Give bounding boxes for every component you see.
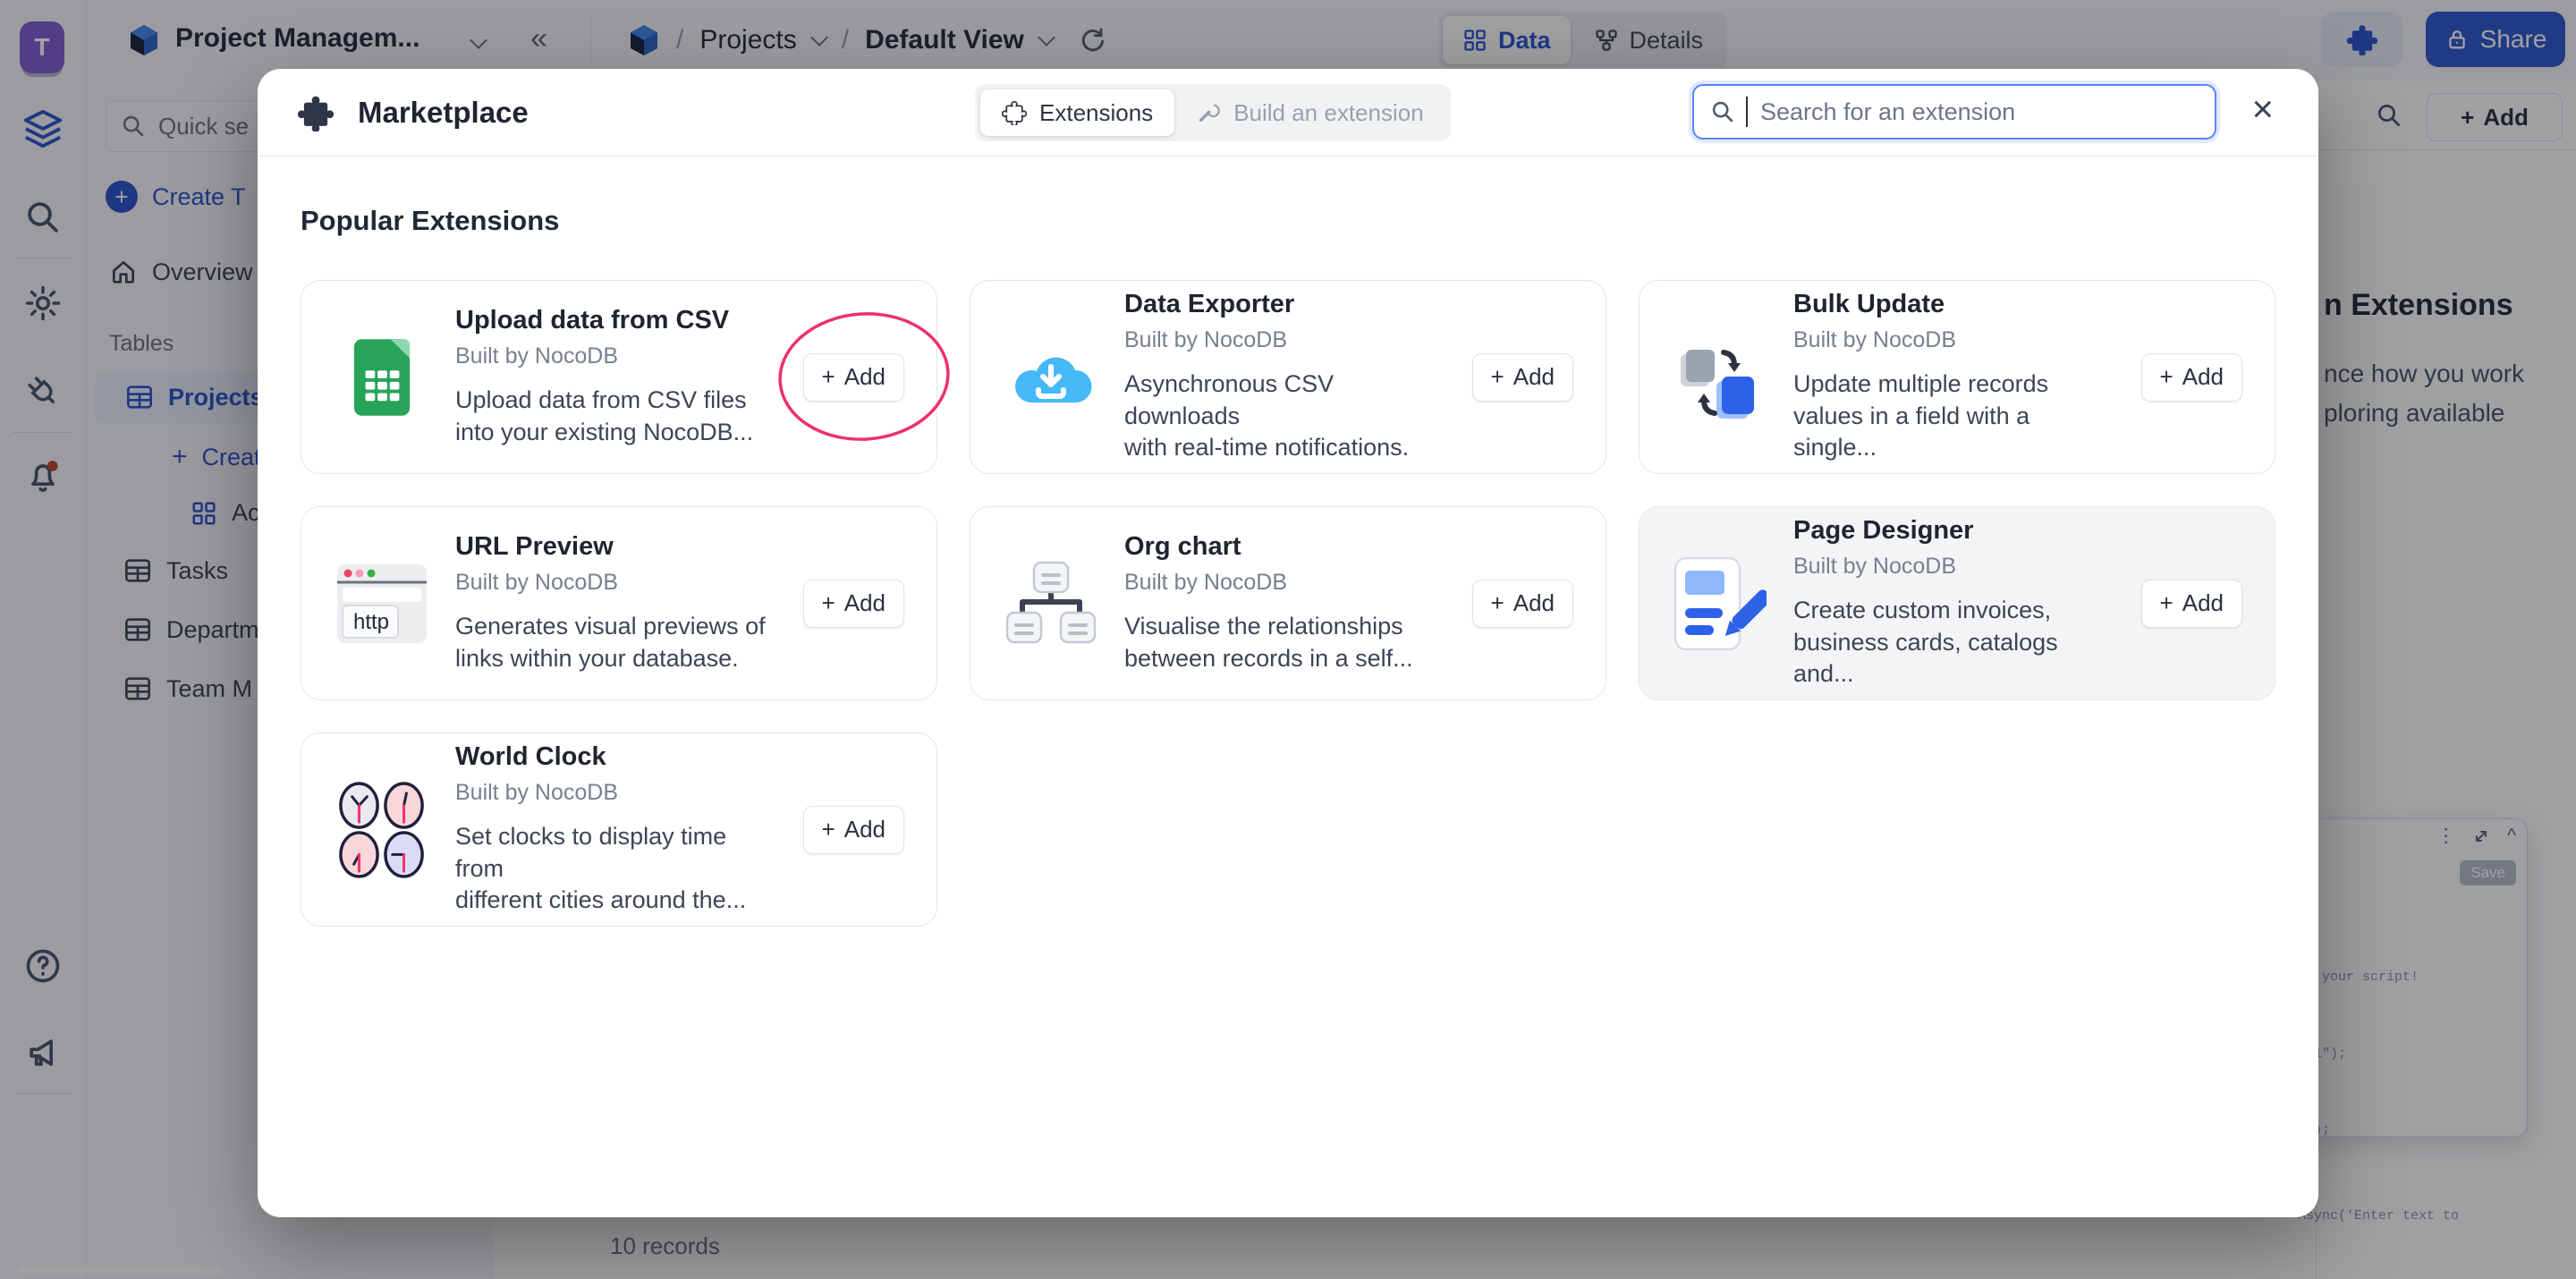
modal-title: Marketplace <box>358 96 529 130</box>
extension-description: Set clocks to display time from differen… <box>455 821 776 918</box>
marketplace-modal: Marketplace Extensions Build an extensio… <box>258 69 2318 1217</box>
extension-card-bulk-update: Bulk Update Built by NocoDB Update multi… <box>1639 280 2275 474</box>
org-chart-icon <box>1004 561 1097 647</box>
add-extension-button[interactable]: + Add <box>2141 353 2242 402</box>
plus-icon: + <box>2160 589 2174 617</box>
plus-icon: + <box>822 816 835 843</box>
screen: T + Project Managem... « Quick se + Crea… <box>0 0 2576 1279</box>
extension-card-upload-csv: Upload data from CSV Built by NocoDB Upl… <box>301 280 937 474</box>
extension-search-input[interactable] <box>1758 97 2199 127</box>
cloud-download-icon <box>1004 345 1097 410</box>
build-tab-label: Build an extension <box>1233 99 1423 127</box>
add-extension-button[interactable]: + Add <box>1472 353 1573 402</box>
extension-description: Update multiple records values in a fiel… <box>1793 368 2114 465</box>
plus-icon: + <box>822 589 835 617</box>
add-extension-button[interactable]: + Add <box>803 353 904 402</box>
plus-icon: + <box>822 363 835 391</box>
plus-icon: + <box>2160 363 2174 391</box>
add-extension-button[interactable]: + Add <box>1472 580 1573 628</box>
bulk-update-icon <box>1674 335 1767 420</box>
extension-card-page-designer: Page Designer Built by NocoDB Create cus… <box>1639 506 2275 700</box>
page-designer-icon <box>1674 555 1767 653</box>
extension-description: Generates visual previews of links withi… <box>455 611 776 675</box>
marketplace-puzzle-icon <box>297 94 335 131</box>
extension-title: Org chart <box>1124 532 1445 562</box>
extension-description: Visualise the relationships between reco… <box>1124 611 1445 675</box>
extension-card-world-clock: World Clock Built by NocoDB Set clocks t… <box>301 733 937 927</box>
tab-extensions[interactable]: Extensions <box>980 89 1174 136</box>
add-extension-button[interactable]: + Add <box>803 806 904 854</box>
puzzle-outline-icon <box>1002 100 1027 125</box>
add-label: Add <box>844 363 886 391</box>
extension-description: Create custom invoices, business cards, … <box>1793 595 2114 691</box>
search-icon <box>1710 99 1735 124</box>
add-label: Add <box>1513 589 1555 617</box>
extension-author: Built by NocoDB <box>455 570 776 596</box>
extension-description: Asynchronous CSV downloads with real-tim… <box>1124 368 1445 465</box>
wrench-icon <box>1196 100 1221 125</box>
tab-build-extension[interactable]: Build an extension <box>1174 89 1445 136</box>
popular-extensions-heading: Popular Extensions <box>301 205 559 237</box>
extension-title: Data Exporter <box>1124 290 1445 319</box>
extension-title: Bulk Update <box>1793 290 2114 319</box>
extension-author: Built by NocoDB <box>1793 327 2114 353</box>
plus-icon: + <box>1491 363 1504 391</box>
extension-title: URL Preview <box>455 532 776 562</box>
extension-search[interactable] <box>1692 84 2216 140</box>
modal-header: Marketplace Extensions Build an extensio… <box>258 69 2318 157</box>
extension-title: Upload data from CSV <box>455 306 776 335</box>
extension-author: Built by NocoDB <box>1793 554 2114 580</box>
text-caret <box>1746 97 1748 127</box>
world-clock-icon <box>335 779 428 881</box>
url-preview-icon: http <box>335 563 428 645</box>
add-label: Add <box>2182 363 2224 391</box>
svg-text:http: http <box>353 610 389 634</box>
extension-card-data-exporter: Data Exporter Built by NocoDB Asynchrono… <box>970 280 1606 474</box>
add-label: Add <box>844 589 886 617</box>
add-label: Add <box>2182 589 2224 617</box>
extensions-grid: Upload data from CSV Built by NocoDB Upl… <box>301 280 2275 927</box>
extension-title: Page Designer <box>1793 516 2114 546</box>
extension-author: Built by NocoDB <box>1124 327 1445 353</box>
close-icon[interactable]: × <box>2251 90 2274 128</box>
add-label: Add <box>844 816 886 843</box>
plus-icon: + <box>1491 589 1504 617</box>
extension-author: Built by NocoDB <box>455 343 776 369</box>
extension-author: Built by NocoDB <box>1124 570 1445 596</box>
extension-title: World Clock <box>455 742 776 772</box>
modal-tabs: Extensions Build an extension <box>975 84 1451 141</box>
add-label: Add <box>1513 363 1555 391</box>
csv-sheet-icon <box>335 335 428 420</box>
add-extension-button[interactable]: + Add <box>2141 580 2242 628</box>
add-extension-button[interactable]: + Add <box>803 580 904 628</box>
extension-author: Built by NocoDB <box>455 780 776 806</box>
extension-card-org-chart: Org chart Built by NocoDB Visualise the … <box>970 506 1606 700</box>
extension-card-url-preview: http URL Preview Built by NocoDB Generat… <box>301 506 937 700</box>
extensions-tab-label: Extensions <box>1039 99 1153 127</box>
extension-description: Upload data from CSV files into your exi… <box>455 385 776 449</box>
